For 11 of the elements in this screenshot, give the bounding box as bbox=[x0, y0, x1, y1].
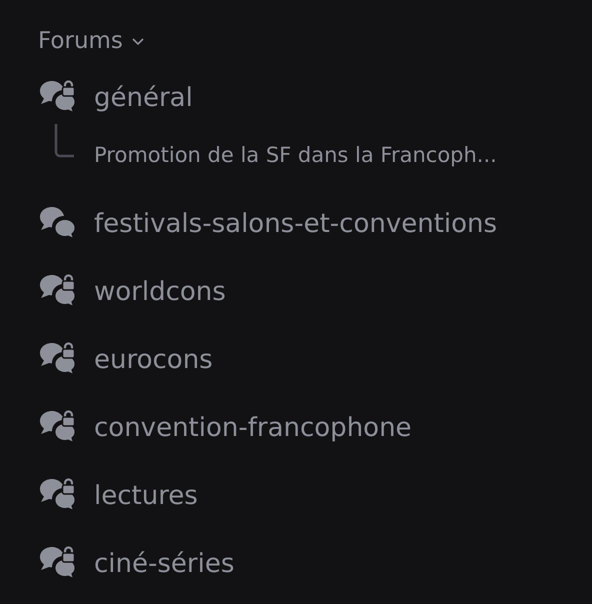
forum-channel[interactable]: lectures bbox=[38, 462, 592, 530]
forum-channel[interactable]: festivals-salons-et-conventions bbox=[38, 190, 592, 258]
thread-item[interactable]: Promotion de la SF dans la Francoph... bbox=[94, 140, 497, 172]
forum-channel[interactable]: général bbox=[38, 64, 592, 132]
section-header[interactable]: Forums bbox=[38, 26, 592, 56]
forum-channel[interactable]: worldcons bbox=[38, 258, 592, 326]
forum-channel[interactable]: convention-francophone bbox=[38, 394, 592, 462]
chevron-icon bbox=[130, 36, 145, 46]
forum-channel[interactable]: eurocons bbox=[38, 326, 592, 394]
forum-channel[interactable]: ciné-séries bbox=[38, 530, 592, 598]
thread-connector-icon bbox=[54, 124, 74, 158]
